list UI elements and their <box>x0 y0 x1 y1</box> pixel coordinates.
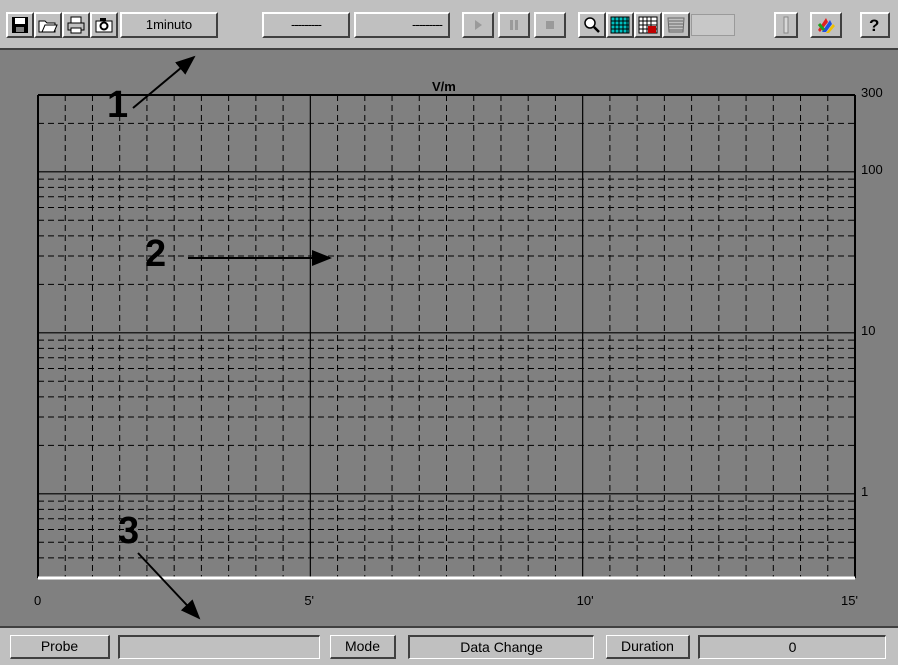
annotation-arrows <box>132 55 332 620</box>
status-bar: Probe Mode Data Change Duration 0 <box>0 626 898 665</box>
probe-value <box>118 635 320 659</box>
duration-value: 0 <box>698 635 886 659</box>
mode-label: Mode <box>330 635 396 659</box>
probe-label: Probe <box>10 635 110 659</box>
arrow-3 <box>137 552 201 620</box>
duration-label: Duration <box>606 635 690 659</box>
mode-value: Data Change <box>408 635 594 659</box>
arrow-1 <box>132 55 196 109</box>
